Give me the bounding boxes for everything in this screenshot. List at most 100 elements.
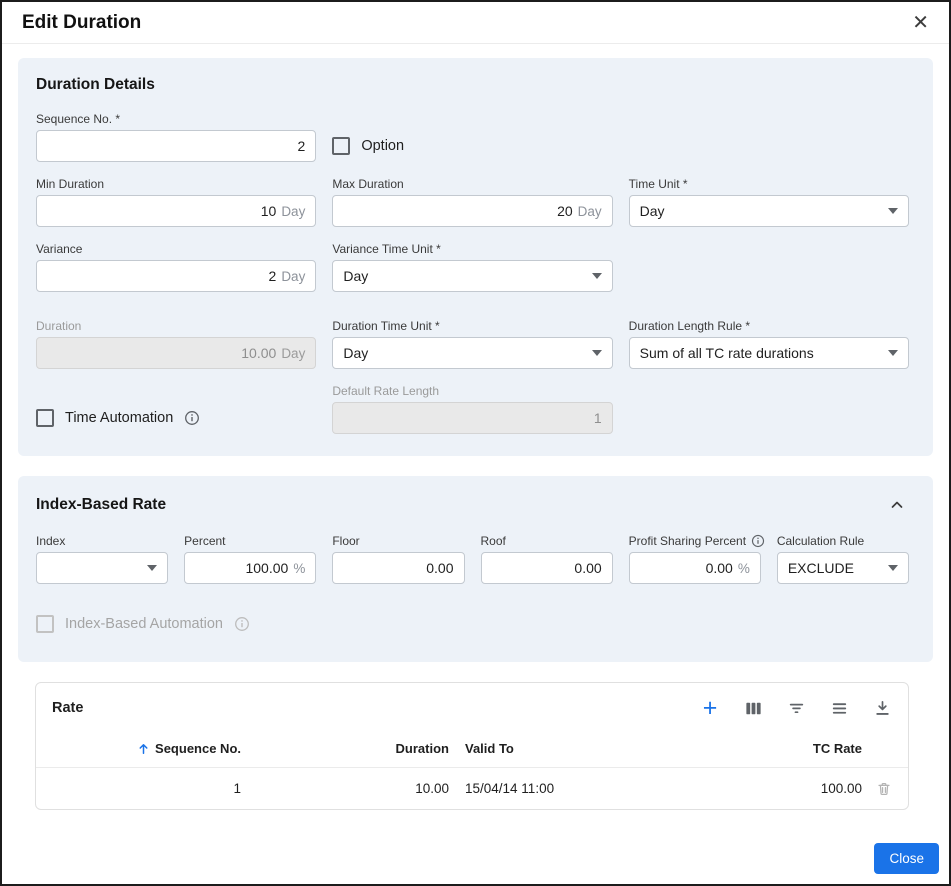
duration-details-section: Duration Details Sequence No. * 2 Option [18, 58, 933, 456]
edit-duration-dialog: Edit Duration ✕ Duration Details Sequenc… [0, 0, 951, 886]
index-select[interactable] [36, 552, 168, 584]
column-valid-to[interactable]: Valid To [449, 741, 742, 756]
option-checkbox[interactable]: Option [332, 130, 612, 162]
index-label: Index [36, 534, 168, 548]
floor-input[interactable]: 0.00 [332, 552, 464, 584]
duration-time-unit-value: Day [343, 345, 368, 361]
variance-time-unit-value: Day [343, 268, 368, 284]
density-icon[interactable] [829, 698, 849, 718]
column-duration-label: Duration [396, 741, 449, 756]
profit-sharing-percent-unit: % [738, 561, 750, 576]
download-icon[interactable] [872, 698, 892, 718]
calculation-rule-label: Calculation Rule [777, 534, 909, 548]
variance-input[interactable]: 2 Day [36, 260, 316, 292]
min-duration-input[interactable]: 10 Day [36, 195, 316, 227]
duration-length-rule-select[interactable]: Sum of all TC rate durations [629, 337, 909, 369]
duration-time-unit-field: Duration Time Unit * Day [332, 319, 612, 369]
profit-sharing-percent-field: Profit Sharing Percent 0.00 % [629, 534, 761, 584]
duration-details-title: Duration Details [36, 76, 155, 94]
chevron-down-icon [147, 565, 157, 571]
index-based-automation-checkbox: Index-Based Automation [36, 608, 909, 640]
percent-field: Percent 100.00 % [184, 534, 316, 584]
roof-field: Roof 0.00 [481, 534, 613, 584]
add-row-icon[interactable]: + [700, 698, 720, 718]
percent-unit: % [293, 561, 305, 576]
rate-table-title: Rate [52, 700, 83, 716]
roof-value: 0.00 [574, 560, 601, 576]
percent-label: Percent [184, 534, 316, 548]
info-icon[interactable] [751, 534, 765, 548]
default-rate-length-label: Default Rate Length [332, 384, 612, 398]
duration-field: Duration 10.00 Day [36, 319, 316, 369]
duration-label: Duration [36, 319, 316, 333]
percent-value: 100.00 [245, 560, 288, 576]
index-based-rate-title: Index-Based Rate [36, 496, 166, 514]
rate-table-toolbar: + [700, 698, 892, 718]
time-unit-field: Time Unit * Day [629, 177, 909, 227]
dialog-body: Duration Details Sequence No. * 2 Option [2, 44, 949, 835]
time-automation-checkbox[interactable]: Time Automation [36, 402, 316, 434]
sort-ascending-icon[interactable] [136, 741, 151, 756]
dialog-footer: Close [2, 835, 949, 884]
chevron-up-icon[interactable] [887, 494, 909, 516]
variance-time-unit-select[interactable]: Day [332, 260, 612, 292]
checkbox-icon [36, 615, 54, 633]
sequence-no-input[interactable]: 2 [36, 130, 316, 162]
column-sequence-no[interactable]: Sequence No. [36, 741, 241, 756]
cell-sequence-no: 1 [36, 781, 241, 796]
chevron-down-icon [888, 350, 898, 356]
time-unit-label: Time Unit * [629, 177, 909, 191]
time-unit-value: Day [640, 203, 665, 219]
column-tc-rate[interactable]: TC Rate [742, 741, 862, 756]
floor-value: 0.00 [426, 560, 453, 576]
profit-sharing-percent-label-text: Profit Sharing Percent [629, 534, 746, 548]
chevron-down-icon [592, 350, 602, 356]
duration-length-rule-label: Duration Length Rule * [629, 319, 909, 333]
index-based-rate-section: Index-Based Rate Index Percent 100.00 [18, 476, 933, 662]
rate-table-header: Sequence No. Duration Valid To TC Rate [36, 730, 908, 768]
time-unit-select[interactable]: Day [629, 195, 909, 227]
calculation-rule-select[interactable]: EXCLUDE [777, 552, 909, 584]
delete-row-icon[interactable] [875, 779, 895, 799]
duration-input-disabled: 10.00 Day [36, 337, 316, 369]
duration-unit: Day [281, 346, 305, 361]
close-button[interactable]: Close [874, 843, 939, 874]
variance-field: Variance 2 Day [36, 242, 316, 292]
variance-time-unit-field: Variance Time Unit * Day [332, 242, 612, 292]
dialog-header: Edit Duration ✕ [2, 2, 949, 44]
duration-time-unit-label: Duration Time Unit * [332, 319, 612, 333]
default-rate-length-field: Default Rate Length 1 [332, 384, 612, 434]
chevron-down-icon [888, 565, 898, 571]
percent-input[interactable]: 100.00 % [184, 552, 316, 584]
duration-time-unit-select[interactable]: Day [332, 337, 612, 369]
floor-label: Floor [332, 534, 464, 548]
table-row[interactable]: 1 10.00 15/04/14 11:00 100.00 [36, 768, 908, 809]
info-icon[interactable] [184, 410, 200, 426]
columns-icon[interactable] [743, 698, 763, 718]
sequence-no-label: Sequence No. * [36, 112, 316, 126]
column-duration[interactable]: Duration [241, 741, 449, 756]
sequence-no-value: 2 [298, 138, 306, 154]
duration-length-rule-field: Duration Length Rule * Sum of all TC rat… [629, 319, 909, 369]
close-icon[interactable]: ✕ [908, 9, 933, 37]
variance-value: 2 [269, 268, 277, 284]
variance-label: Variance [36, 242, 316, 256]
duration-value: 10.00 [241, 345, 276, 361]
index-based-automation-label: Index-Based Automation [65, 616, 223, 632]
roof-input[interactable]: 0.00 [481, 552, 613, 584]
max-duration-value: 20 [557, 203, 573, 219]
max-duration-label: Max Duration [332, 177, 612, 191]
sequence-no-field: Sequence No. * 2 [36, 112, 316, 162]
profit-sharing-percent-input[interactable]: 0.00 % [629, 552, 761, 584]
roof-label: Roof [481, 534, 613, 548]
default-rate-length-input-disabled: 1 [332, 402, 612, 434]
dialog-title: Edit Duration [22, 12, 141, 34]
info-icon [234, 616, 250, 632]
calculation-rule-field: Calculation Rule EXCLUDE [777, 534, 909, 584]
column-sequence-no-label: Sequence No. [155, 741, 241, 756]
filter-icon[interactable] [786, 698, 806, 718]
min-duration-label: Min Duration [36, 177, 316, 191]
max-duration-input[interactable]: 20 Day [332, 195, 612, 227]
checkbox-icon [332, 137, 350, 155]
duration-length-rule-value: Sum of all TC rate durations [640, 345, 814, 361]
